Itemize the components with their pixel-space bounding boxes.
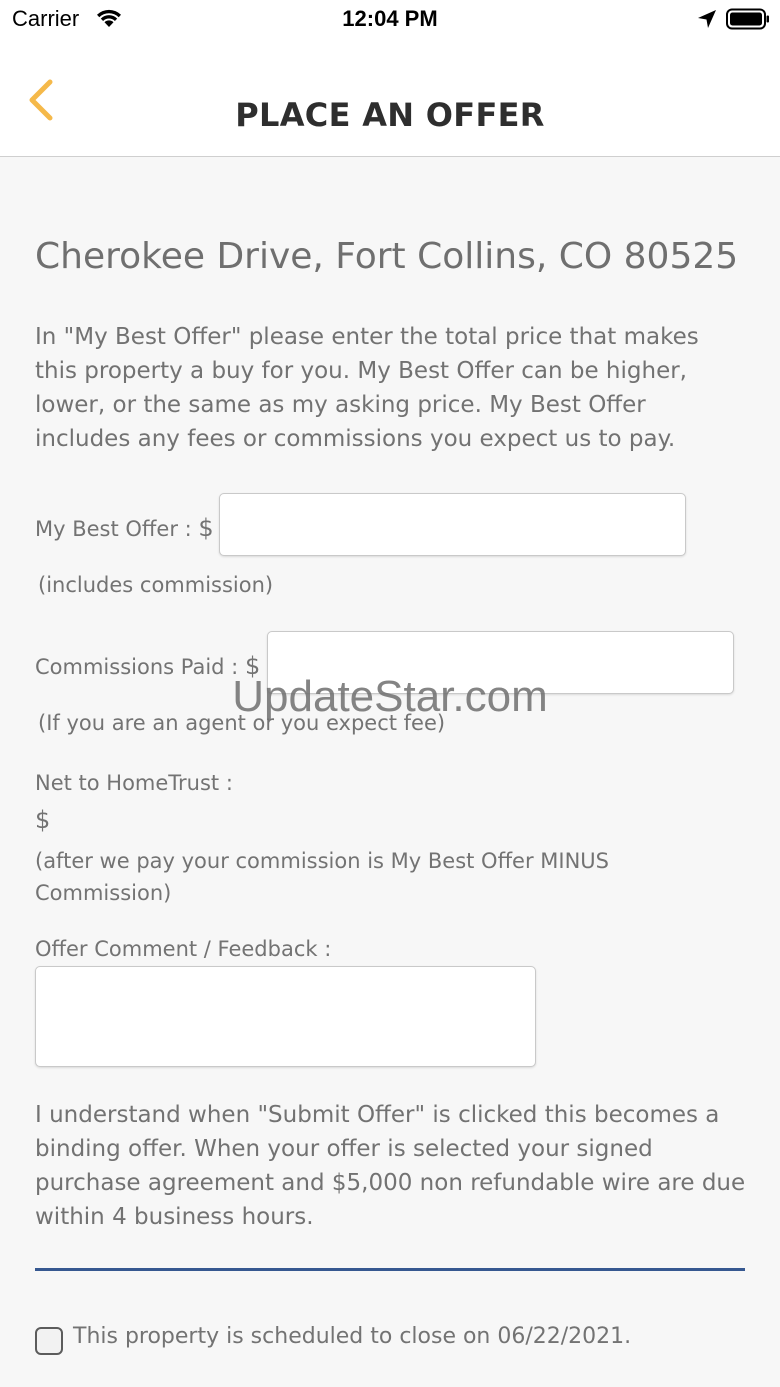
battery-icon [726,8,769,30]
intro-text: In "My Best Offer" please enter the tota… [35,324,699,452]
nav-bar: PLACE AN OFFER [0,40,780,157]
net-label: Net to HomeTrust : [35,771,233,795]
commissions-hint: (If you are an agent or you expect fee) [38,711,446,735]
property-address: Cherokee Drive, Fort Collins, CO 80525 [35,236,739,277]
location-arrow-icon [698,10,716,28]
best-offer-label-text: My Best Offer : [35,517,199,541]
status-bar: Carrier 12:04 PM [0,0,780,40]
best-offer-hint: (includes commission) [38,573,274,597]
net-value: $ [35,806,51,834]
commissions-input[interactable] [267,631,734,694]
net-hint: (after we pay your commission is My Best… [35,849,610,905]
disclaimer-text: I understand when "Submit Offer" is clic… [35,1102,746,1230]
status-time: 12:04 PM [342,6,438,31]
divider [35,1268,745,1271]
page-title: PLACE AN OFFER [235,96,545,134]
best-offer-currency: $ [198,514,214,542]
comment-label: Offer Comment / Feedback : [35,937,332,961]
comment-textarea[interactable] [35,966,536,1067]
best-offer-input[interactable] [219,493,686,556]
commissions-label-text: Commissions Paid : [35,655,245,679]
commissions-currency: $ [244,652,261,680]
commissions-label: Commissions Paid : $ [35,652,260,680]
close-date-checkbox[interactable] [35,1327,63,1355]
close-date-label: This property is scheduled to close on 0… [73,1324,632,1349]
best-offer-label: My Best Offer : $ [35,514,214,542]
